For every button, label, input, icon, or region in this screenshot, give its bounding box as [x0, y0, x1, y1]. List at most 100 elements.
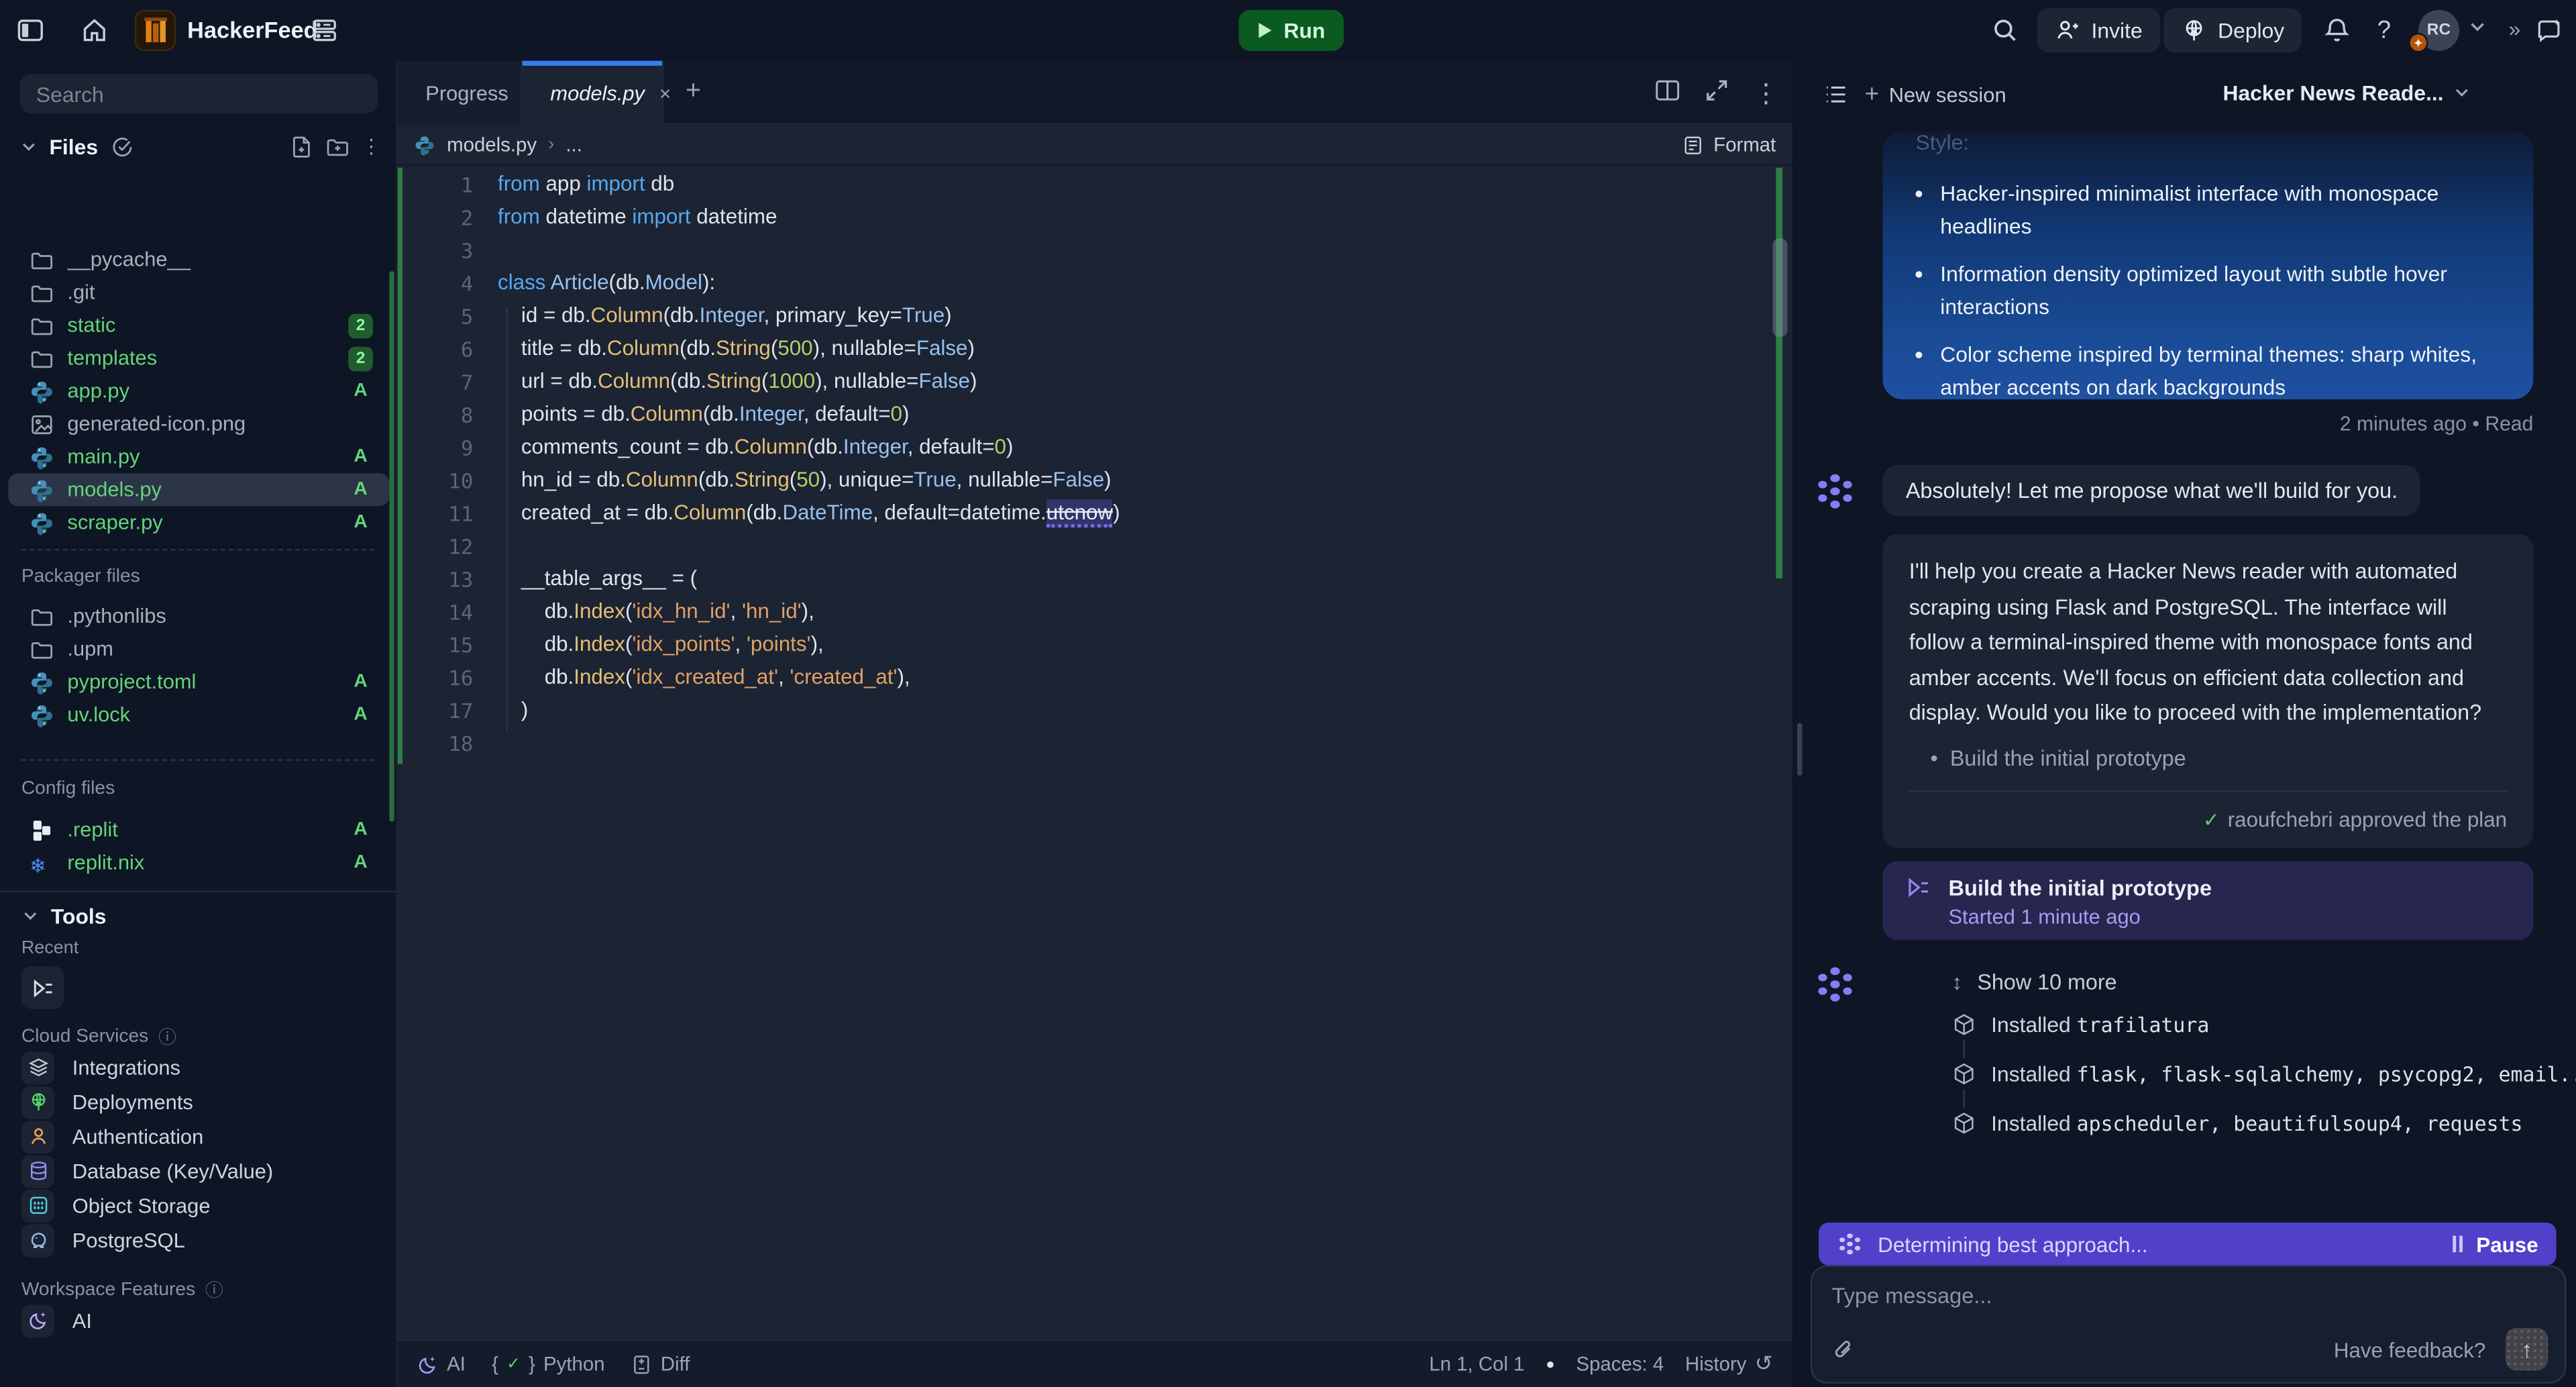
- invite-button[interactable]: Invite: [2037, 8, 2161, 52]
- tab-models-py[interactable]: models.py ×: [523, 61, 664, 125]
- file-row-generated-icon.png[interactable]: generated-icon.png: [8, 407, 389, 440]
- file-row-scraper.py[interactable]: scraper.pyA: [8, 506, 389, 539]
- editor-scrollbar[interactable]: [1772, 238, 1787, 337]
- folder-icon: [30, 604, 54, 629]
- workspace-features-list: AI: [0, 1303, 398, 1337]
- file-row-static[interactable]: static2: [8, 309, 389, 342]
- python-icon: [30, 703, 54, 727]
- breadcrumb-file[interactable]: models.py: [447, 133, 537, 156]
- python-icon: [414, 134, 435, 156]
- console-icon: [30, 975, 55, 1000]
- help-icon[interactable]: ?: [2377, 16, 2391, 44]
- pause-icon: [2453, 1236, 2463, 1252]
- tab-label: Progress: [425, 81, 508, 104]
- message-input[interactable]: Type message... Have feedback? ↑: [1811, 1266, 2567, 1384]
- status-spaces[interactable]: Spaces: 4: [1576, 1353, 1664, 1376]
- sidebar-item-ai[interactable]: AI: [0, 1303, 398, 1337]
- chat-sparkle-icon[interactable]: [2535, 16, 2563, 44]
- file-check-icon: [109, 134, 134, 159]
- tab-progress[interactable]: Progress: [398, 61, 523, 125]
- replit-workspace: HackerFeed Run Invite Deploy ? RC ✦ » Se…: [0, 0, 2576, 1387]
- line-number: 13: [398, 566, 474, 591]
- pause-button[interactable]: Pause: [2453, 1232, 2538, 1257]
- file-row-models.py[interactable]: models.pyA: [8, 473, 389, 506]
- files-menu-icon[interactable]: ⋮: [362, 134, 378, 159]
- top-bar: HackerFeed Run Invite Deploy ? RC ✦ »: [0, 0, 2576, 61]
- notifications-icon[interactable]: [2323, 16, 2351, 44]
- item-label: Database (Key/Value): [72, 1160, 273, 1182]
- breadcrumb-more[interactable]: ...: [566, 133, 582, 156]
- send-button[interactable]: ↑: [2506, 1328, 2548, 1371]
- line-number: 9: [398, 435, 474, 460]
- file-name: replit.nix: [67, 852, 335, 874]
- feedback-link[interactable]: Have feedback?: [2334, 1337, 2485, 1362]
- recent-label: Recent: [0, 938, 78, 958]
- file-row-uv.lock[interactable]: uv.lockA: [8, 699, 389, 731]
- editor-menu-icon[interactable]: ⋮: [1753, 77, 1779, 103]
- new-tab-icon[interactable]: +: [677, 76, 710, 109]
- info-icon: ⓘ: [205, 1277, 223, 1303]
- file-row-.pythonlibs[interactable]: .pythonlibs: [8, 600, 389, 633]
- recent-console-tool[interactable]: [21, 966, 64, 1009]
- file-row-__pycache__[interactable]: __pycache__: [8, 243, 389, 276]
- plan-approved-note: ✓raoufchebri approved the plan: [1909, 806, 2507, 831]
- close-tab-icon[interactable]: ×: [659, 81, 671, 104]
- status-history[interactable]: History↺: [1685, 1351, 1772, 1377]
- search-icon[interactable]: [1991, 16, 2019, 44]
- app-icon[interactable]: [135, 10, 176, 51]
- split-view-icon[interactable]: [1654, 77, 1680, 103]
- sidebar-item-postgresql[interactable]: PostgreSQL: [0, 1223, 398, 1257]
- tools-header[interactable]: Tools: [0, 904, 398, 929]
- session-list-icon[interactable]: [1823, 82, 1848, 107]
- chat-scrollbar[interactable]: [1797, 723, 1802, 776]
- code-line-3: 3: [398, 234, 1792, 266]
- file-row-replit.nix[interactable]: ❄replit.nixA: [8, 846, 389, 879]
- item-label: Integrations: [72, 1056, 180, 1078]
- line-number: 11: [398, 501, 474, 525]
- expand-icon[interactable]: [1704, 77, 1730, 103]
- file-row-templates[interactable]: templates2: [8, 342, 389, 374]
- file-row-main.py[interactable]: main.pyA: [8, 440, 389, 473]
- sidebar-item-integrations[interactable]: Integrations: [0, 1050, 398, 1084]
- attach-icon[interactable]: [1832, 1337, 1857, 1362]
- new-file-icon[interactable]: [289, 134, 314, 159]
- sidebar-item-authentication[interactable]: Authentication: [0, 1119, 398, 1153]
- new-folder-icon[interactable]: [325, 134, 350, 159]
- chevron-down-icon[interactable]: [2467, 16, 2487, 44]
- sidebar-item-object-storage[interactable]: Object Storage: [0, 1188, 398, 1223]
- sidebar-toggle-icon[interactable]: [16, 16, 44, 44]
- file-row-.git[interactable]: .git: [8, 276, 389, 309]
- show-more-button[interactable]: ↕ Show 10 more: [1951, 970, 2116, 994]
- sidebar-item-database-key-value-[interactable]: Database (Key/Value): [0, 1153, 398, 1188]
- collapse-right-icon[interactable]: »: [2509, 16, 2521, 44]
- deploy-button[interactable]: Deploy: [2163, 8, 2302, 52]
- session-title[interactable]: Hacker News Reade...: [2222, 81, 2471, 105]
- file-row-app.py[interactable]: app.pyA: [8, 374, 389, 407]
- sidebar-scrollbar[interactable]: [389, 271, 394, 821]
- home-icon[interactable]: [80, 16, 109, 44]
- cloud-services-list: Integrations DeploymentsAuthentication Dat…: [0, 1050, 398, 1257]
- code-line-15: 15 db.Index('idx_points', 'points'),: [398, 628, 1792, 661]
- file-row-.upm[interactable]: .upm: [8, 633, 389, 666]
- folder-icon: [30, 280, 54, 305]
- new-session-button[interactable]: +New session: [1865, 81, 2006, 109]
- status-diff[interactable]: Diff: [631, 1353, 690, 1376]
- status-language[interactable]: {✓} Python: [492, 1353, 604, 1376]
- code-editor[interactable]: 1from app import db2from datetime import…: [398, 166, 1792, 1339]
- task-card[interactable]: Build the initial prototype Started 1 mi…: [1883, 861, 2534, 940]
- auth-icon: [21, 1120, 54, 1153]
- status-cursor[interactable]: Ln 1, Col 1: [1429, 1353, 1524, 1376]
- files-header[interactable]: Files ⋮: [19, 130, 378, 162]
- sidebar-item-deployments[interactable]: Deployments: [0, 1084, 398, 1119]
- file-name: .pythonlibs: [67, 605, 373, 627]
- repl-resources-icon[interactable]: [311, 16, 339, 44]
- status-ai[interactable]: AI: [417, 1353, 466, 1376]
- format-button[interactable]: Format: [1682, 133, 1776, 156]
- run-button[interactable]: Run: [1239, 10, 1344, 51]
- scrolled-text: Style:: [1916, 132, 2501, 154]
- search-input[interactable]: Search: [19, 74, 378, 113]
- file-row-pyproject.toml[interactable]: pyproject.tomlA: [8, 666, 389, 699]
- file-row-.replit[interactable]: .replitA: [8, 813, 389, 846]
- avatar-badge-icon: ✦: [2408, 33, 2428, 52]
- task-title: Build the initial prototype: [1948, 875, 2212, 900]
